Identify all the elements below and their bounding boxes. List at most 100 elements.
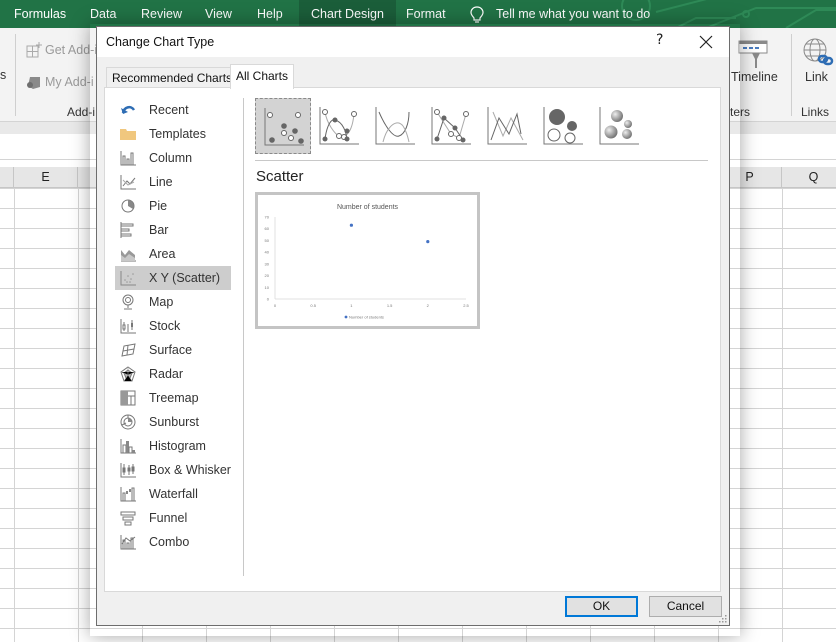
combo-chart-icon bbox=[120, 535, 136, 550]
get-addins-icon bbox=[26, 42, 42, 58]
ok-button[interactable]: OK bbox=[565, 596, 638, 617]
category-surface[interactable]: Surface bbox=[115, 338, 235, 362]
category-radar[interactable]: Radar bbox=[115, 362, 235, 386]
category-recent[interactable]: Recent bbox=[115, 98, 235, 122]
scatter-markers-icon bbox=[264, 108, 304, 146]
tell-me-text: Tell me what you want to do bbox=[496, 7, 651, 21]
data-point bbox=[426, 240, 430, 244]
link-icon bbox=[803, 38, 834, 66]
category-funnel[interactable]: Funnel bbox=[115, 506, 235, 530]
subtype-3d-bubble[interactable] bbox=[591, 98, 647, 154]
pie-chart-icon bbox=[121, 199, 135, 213]
category-histogram[interactable]: Histogram bbox=[115, 434, 235, 458]
selected-subtype-name: Scatter bbox=[256, 168, 304, 185]
subtype-scatter-smooth-lines[interactable] bbox=[367, 98, 423, 154]
category-label: Combo bbox=[149, 535, 190, 549]
category-combo[interactable]: Combo bbox=[115, 530, 235, 554]
help-button[interactable]: ? bbox=[656, 32, 663, 48]
chart-preview[interactable]: Number of students 0 10 20 30 40 50 60 70 0 0.5 1 1.… bbox=[255, 192, 480, 329]
box-whisker-chart-icon bbox=[120, 463, 136, 478]
y-tick-label: 50 bbox=[265, 238, 270, 243]
ribbon-separator bbox=[791, 34, 792, 116]
category-label: Sunburst bbox=[149, 415, 200, 429]
category-label: Radar bbox=[149, 367, 184, 381]
category-label: Column bbox=[149, 151, 193, 165]
category-map[interactable]: Map bbox=[115, 290, 235, 314]
subtype-bubble[interactable] bbox=[535, 98, 591, 154]
tab-formulas[interactable]: Formulas bbox=[14, 0, 66, 28]
category-label: Pie bbox=[149, 199, 168, 213]
tab-recommended-charts[interactable]: Recommended Charts bbox=[106, 67, 239, 88]
cancel-button[interactable]: Cancel bbox=[649, 596, 722, 617]
category-divider bbox=[243, 98, 244, 576]
waterfall-chart-icon bbox=[120, 487, 136, 502]
resize-grip-icon[interactable] bbox=[717, 613, 727, 623]
ribbon-partial-label: s bbox=[0, 68, 7, 82]
ribbon-separator bbox=[15, 34, 16, 116]
subtype-scatter-straight-lines[interactable] bbox=[479, 98, 535, 154]
map-chart-icon bbox=[122, 294, 134, 310]
scatter-smooth-lines-markers-icon bbox=[319, 107, 359, 145]
category-label: Stock bbox=[149, 319, 181, 333]
area-chart-icon bbox=[121, 250, 136, 262]
bar-chart-icon bbox=[120, 222, 134, 238]
category-treemap[interactable]: Treemap bbox=[115, 386, 235, 410]
category-label: Recent bbox=[149, 103, 189, 117]
category-label: Waterfall bbox=[149, 487, 198, 501]
recent-icon bbox=[121, 105, 136, 114]
bubble-icon bbox=[543, 107, 583, 145]
close-icon[interactable] bbox=[695, 31, 717, 53]
x-tick-label: 0.5 bbox=[310, 303, 316, 308]
line-chart-icon bbox=[120, 175, 136, 190]
category-label: Surface bbox=[149, 343, 193, 357]
my-addins-button[interactable]: My Add-i bbox=[45, 75, 94, 89]
scatter-straight-lines-icon bbox=[487, 107, 527, 145]
column-header-e[interactable]: E bbox=[14, 167, 78, 188]
category-waterfall[interactable]: Waterfall bbox=[115, 482, 235, 506]
category-templates[interactable]: Templates bbox=[115, 122, 235, 146]
category-label: Histogram bbox=[149, 439, 206, 453]
legend-marker bbox=[344, 315, 348, 319]
templates-folder-icon bbox=[120, 129, 136, 140]
category-xy-scatter[interactable]: X Y (Scatter) bbox=[115, 266, 231, 290]
category-label: Funnel bbox=[149, 511, 188, 525]
scatter-smooth-lines-icon bbox=[375, 107, 415, 145]
category-stock[interactable]: Stock bbox=[115, 314, 235, 338]
category-line[interactable]: Line bbox=[115, 170, 235, 194]
column-header-partial[interactable] bbox=[0, 167, 14, 188]
subtype-scatter-smooth-lines-markers[interactable] bbox=[311, 98, 367, 154]
column-header-q[interactable]: Q bbox=[782, 167, 836, 188]
my-addins-icon bbox=[27, 77, 40, 89]
links-group-label: Links bbox=[801, 105, 830, 119]
data-point bbox=[349, 223, 353, 227]
category-box-whisker[interactable]: Box & Whisker bbox=[115, 458, 235, 482]
x-tick-label: 0 bbox=[274, 303, 277, 308]
category-label: Box & Whisker bbox=[149, 463, 231, 477]
subtype-scatter-straight-lines-markers[interactable] bbox=[423, 98, 479, 154]
tab-all-charts[interactable]: All Charts bbox=[230, 64, 295, 89]
3d-bubble-icon bbox=[599, 107, 639, 145]
category-label: Line bbox=[149, 175, 173, 189]
y-tick-label: 10 bbox=[265, 285, 270, 290]
chart-category-list: Recent Templates Column Line Pie Bar Are… bbox=[115, 98, 235, 554]
subtype-scatter[interactable] bbox=[255, 98, 311, 154]
x-tick-label: 2 bbox=[427, 303, 430, 308]
category-area[interactable]: Area bbox=[115, 242, 235, 266]
chart-title: Number of students bbox=[337, 204, 399, 211]
scatter-chart-icon bbox=[120, 271, 136, 286]
all-charts-panel: Recent Templates Column Line Pie Bar Are… bbox=[104, 87, 721, 592]
chart-preview-svg: Number of students 0 10 20 30 40 50 60 70 0 0.5 1 1.… bbox=[265, 204, 470, 320]
x-tick-label: 1 bbox=[350, 303, 353, 308]
histogram-chart-icon bbox=[120, 439, 136, 454]
y-tick-label: 20 bbox=[265, 273, 270, 278]
category-column[interactable]: Column bbox=[115, 146, 235, 170]
category-pie[interactable]: Pie bbox=[115, 194, 235, 218]
category-sunburst[interactable]: Sunburst bbox=[115, 410, 235, 434]
y-tick-label: 40 bbox=[265, 250, 270, 255]
link-button[interactable]: Link bbox=[805, 70, 828, 84]
treemap-chart-icon bbox=[120, 390, 136, 406]
funnel-chart-icon bbox=[120, 511, 136, 526]
category-bar[interactable]: Bar bbox=[115, 218, 235, 242]
legend-label: Number of students bbox=[349, 315, 384, 320]
scatter-straight-lines-markers-icon bbox=[431, 107, 471, 145]
